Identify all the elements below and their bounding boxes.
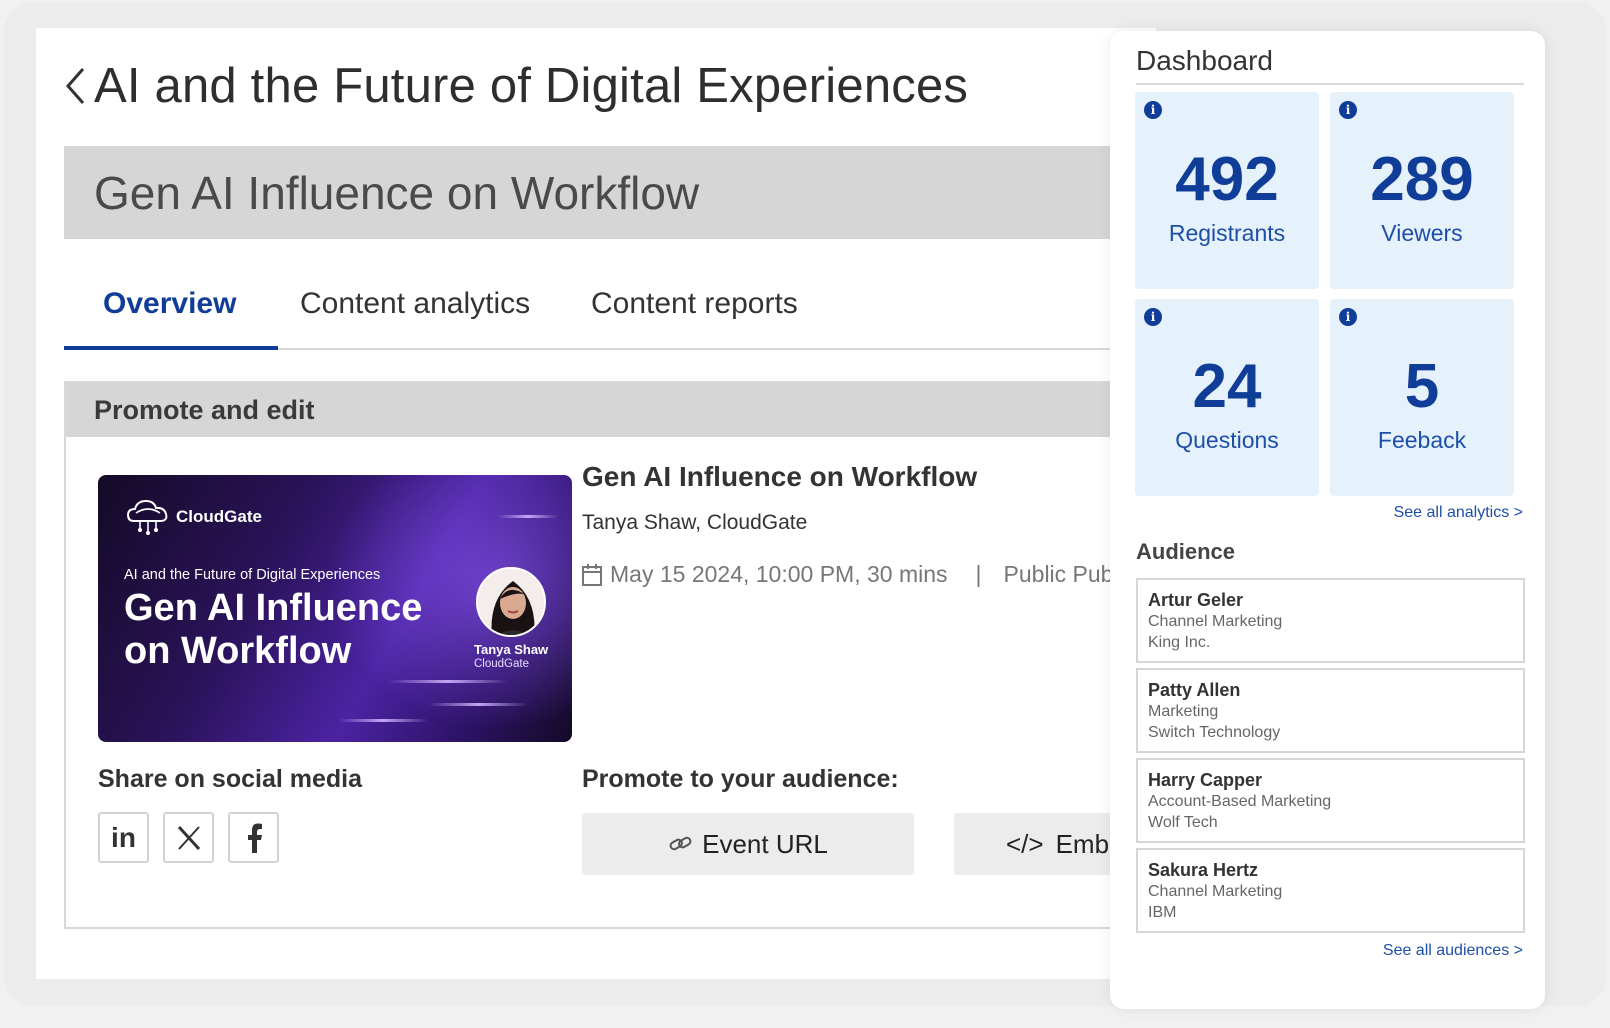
- audience-company: Switch Technology: [1148, 724, 1281, 741]
- audience-card[interactable]: Patty Allen Marketing Switch Technology: [1136, 668, 1525, 753]
- stat-value: 289: [1370, 145, 1474, 214]
- tab-bar: Overview Content analytics Content repor…: [64, 275, 1156, 350]
- chevron-left-icon[interactable]: [64, 62, 94, 110]
- audience-card[interactable]: Sakura Hertz Channel Marketing IBM: [1136, 848, 1525, 933]
- audience-name: Artur Geler: [1148, 590, 1244, 610]
- audience-card[interactable]: Artur Geler Channel Marketing King Inc.: [1136, 578, 1525, 663]
- session-title-bar: Gen AI Influence on Workflow: [64, 146, 1156, 239]
- event-thumbnail[interactable]: CloudGate AI and the Future of Digital E…: [98, 475, 572, 742]
- event-meta: May 15 2024, 10:00 PM, 30 mins | Public …: [582, 561, 1156, 588]
- cloud-icon: [126, 499, 168, 535]
- promote-header-title: Promote and edit: [94, 395, 315, 425]
- share-label: Share on social media: [98, 765, 362, 793]
- light-streak: [428, 703, 528, 706]
- audience-role: Marketing: [1148, 703, 1219, 720]
- main-panel: AI and the Future of Digital Experiences…: [36, 28, 1156, 979]
- thumbnail-speaker-name: Tanya Shaw: [474, 642, 549, 657]
- stat-value: 492: [1175, 145, 1279, 214]
- info-icon[interactable]: i: [1144, 101, 1162, 119]
- link-icon: [668, 834, 694, 854]
- audience-company: Wolf Tech: [1148, 814, 1218, 831]
- stat-registrants[interactable]: i 492 Registrants: [1135, 92, 1319, 289]
- brand-name: CloudGate: [176, 507, 262, 526]
- page-title: AI and the Future of Digital Experiences: [94, 59, 969, 113]
- page-header: AI and the Future of Digital Experiences: [64, 58, 968, 114]
- code-icon: </>: [1006, 828, 1044, 859]
- event-title: Gen AI Influence on Workflow: [582, 461, 978, 492]
- speaker-avatar: [476, 567, 546, 637]
- stat-label: Viewers: [1381, 220, 1463, 246]
- info-icon[interactable]: i: [1339, 101, 1357, 119]
- cloudgate-logo: CloudGate: [124, 497, 262, 537]
- tab-content-reports[interactable]: Content reports: [591, 287, 798, 321]
- audience-company: King Inc.: [1148, 634, 1211, 651]
- calendar-icon: [582, 563, 602, 586]
- event-datetime: May 15 2024, 10:00 PM, 30 mins: [610, 561, 948, 587]
- stat-feedback[interactable]: i 5 Feeback: [1330, 299, 1514, 496]
- stat-label: Registrants: [1168, 220, 1286, 246]
- tab-overview[interactable]: Overview: [103, 287, 236, 321]
- promote-panel: Promote and edit CloudGate AI and the Fu…: [64, 381, 1156, 929]
- stat-label: Feeback: [1377, 427, 1467, 453]
- event-speaker: Tanya Shaw, CloudGate: [582, 511, 808, 534]
- facebook-icon: [245, 823, 263, 853]
- thumbnail-headline: Gen AI Influence on Workflow: [124, 587, 423, 672]
- stat-value: 24: [1192, 352, 1262, 421]
- info-icon[interactable]: i: [1339, 308, 1357, 326]
- stat-viewers[interactable]: i 289 Viewers: [1330, 92, 1514, 289]
- audience-card[interactable]: Harry Capper Account-Based Marketing Wol…: [1136, 758, 1525, 843]
- light-streak: [498, 515, 558, 518]
- event-url-button[interactable]: Event URL: [582, 813, 914, 875]
- audience-role: Account-Based Marketing: [1148, 793, 1332, 810]
- x-button[interactable]: [163, 812, 214, 863]
- stat-value: 5: [1404, 352, 1440, 421]
- info-icon[interactable]: i: [1144, 308, 1162, 326]
- audience-name: Harry Capper: [1148, 770, 1263, 790]
- x-icon: [176, 825, 202, 851]
- thumbnail-speaker-org: CloudGate: [474, 658, 529, 670]
- dashboard-title: Dashboard: [1136, 45, 1273, 76]
- see-all-audiences-link[interactable]: See all audiences >: [1383, 942, 1523, 960]
- promote-header: Promote and edit: [66, 383, 1156, 437]
- light-streak: [388, 680, 508, 683]
- audience-company: IBM: [1148, 904, 1177, 921]
- promote-label: Promote to your audience:: [582, 765, 899, 793]
- divider: [1136, 83, 1524, 85]
- active-tab-indicator: [64, 346, 278, 350]
- audience-role: Channel Marketing: [1148, 613, 1283, 630]
- linkedin-button[interactable]: in: [98, 812, 149, 863]
- dashboard-panel: Dashboard i 492 Registrants i 289 Viewer…: [1110, 31, 1545, 1009]
- stat-label: Questions: [1175, 427, 1279, 453]
- tab-content-analytics[interactable]: Content analytics: [300, 287, 530, 321]
- audience-name: Sakura Hertz: [1148, 860, 1259, 880]
- facebook-button[interactable]: [228, 812, 279, 863]
- thumbnail-subtitle: AI and the Future of Digital Experiences: [124, 567, 381, 583]
- audience-title: Audience: [1136, 539, 1236, 564]
- audience-role: Channel Marketing: [1148, 883, 1283, 900]
- light-streak: [338, 719, 428, 722]
- session-title: Gen AI Influence on Workflow: [94, 167, 700, 219]
- stat-questions[interactable]: i 24 Questions: [1135, 299, 1319, 496]
- linkedin-icon: in: [111, 821, 136, 853]
- meta-separator: |: [975, 561, 982, 587]
- see-all-analytics-link[interactable]: See all analytics >: [1394, 504, 1523, 522]
- event-url-label: Event URL: [702, 828, 828, 859]
- audience-name: Patty Allen: [1148, 680, 1241, 700]
